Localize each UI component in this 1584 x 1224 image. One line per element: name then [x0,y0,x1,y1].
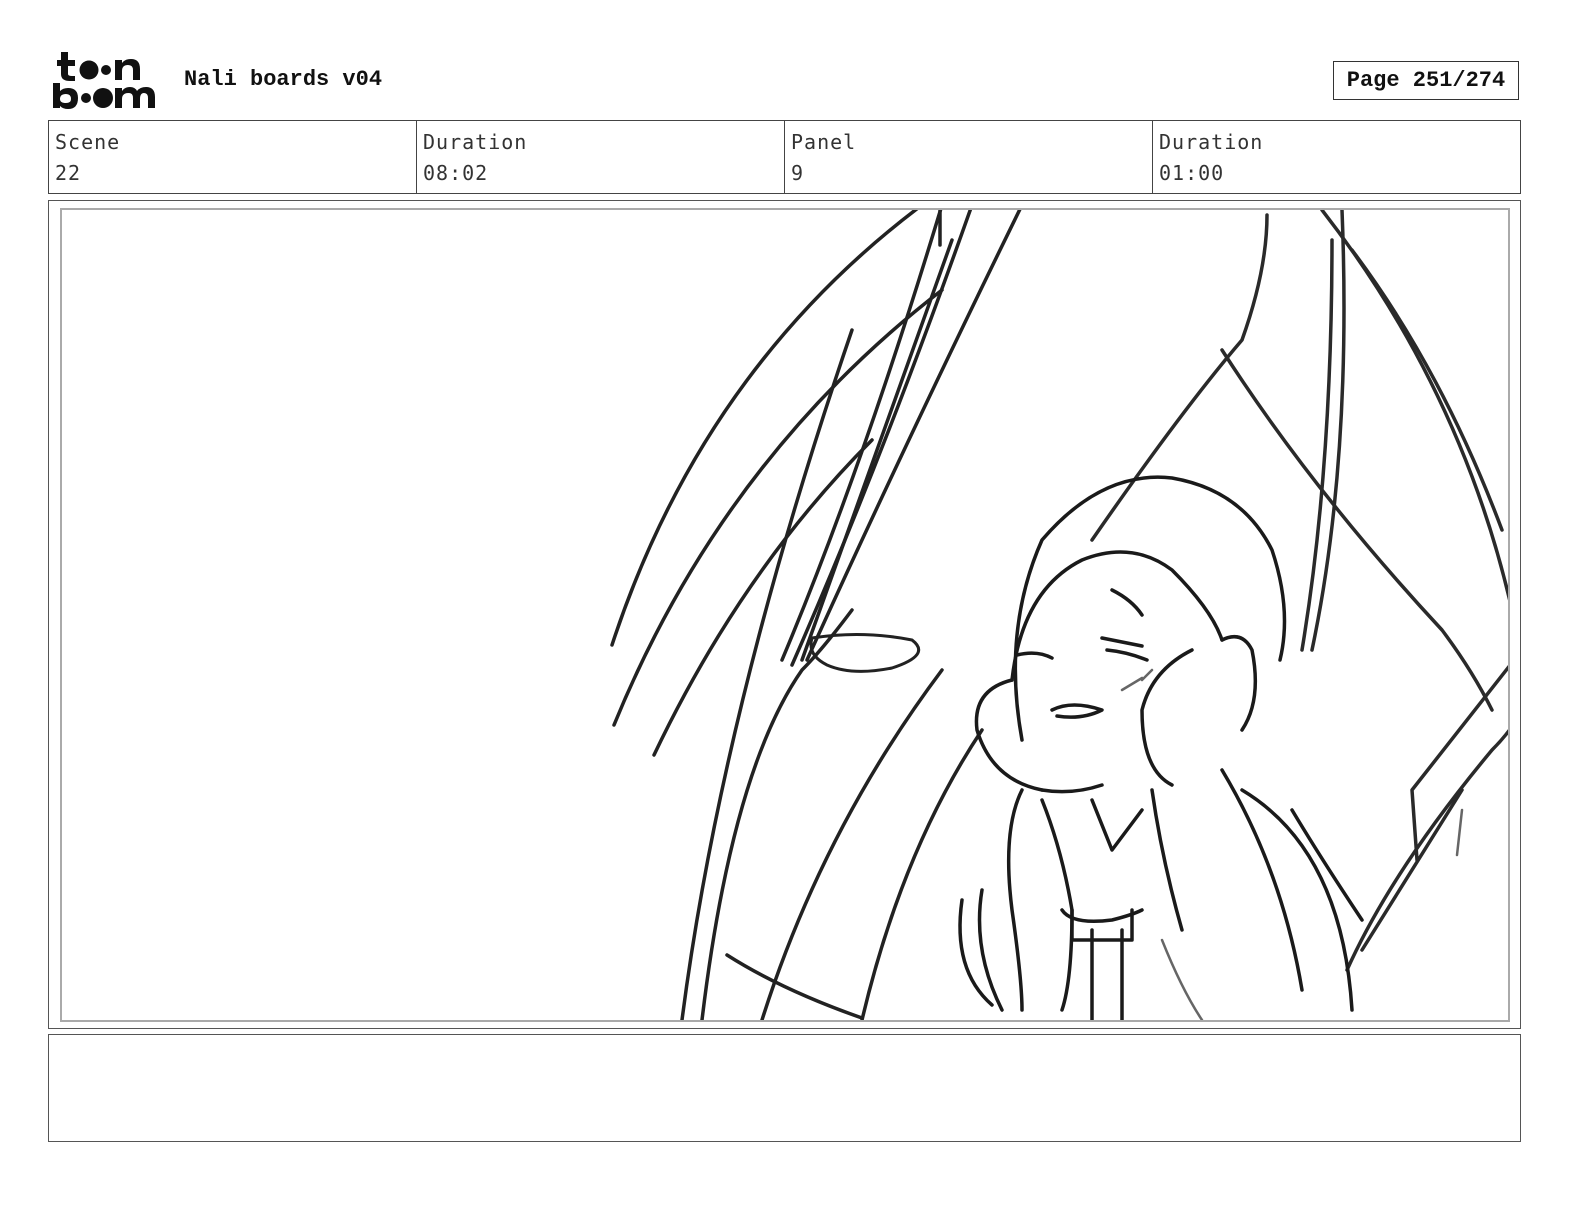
panel-cell: Panel 9 [785,121,1153,193]
storyboard-sketch [610,210,1508,1020]
panel-duration-label: Duration [1159,130,1264,154]
scene-cell: Scene 22 [49,121,417,193]
scene-duration-value: 08:02 [423,161,489,185]
panel-duration-cell: Duration 01:00 [1153,121,1520,193]
panel-notes-area [48,1034,1521,1142]
scene-label: Scene [55,130,121,154]
scene-value: 22 [55,161,82,185]
storyboard-panel [60,208,1510,1022]
document-title: Nali boards v04 [184,67,383,92]
scene-info-table: Scene 22 Duration 08:02 Panel 9 Duration… [48,120,1521,194]
storyboard-panel-frame [48,200,1521,1029]
panel-value: 9 [791,161,805,185]
scene-duration-label: Duration [423,130,528,154]
scene-duration-cell: Duration 08:02 [417,121,785,193]
toon-boom-logo [51,50,163,112]
panel-label: Panel [791,130,857,154]
panel-duration-value: 01:00 [1159,161,1225,185]
page-indicator: Page 251/274 [1333,61,1519,100]
